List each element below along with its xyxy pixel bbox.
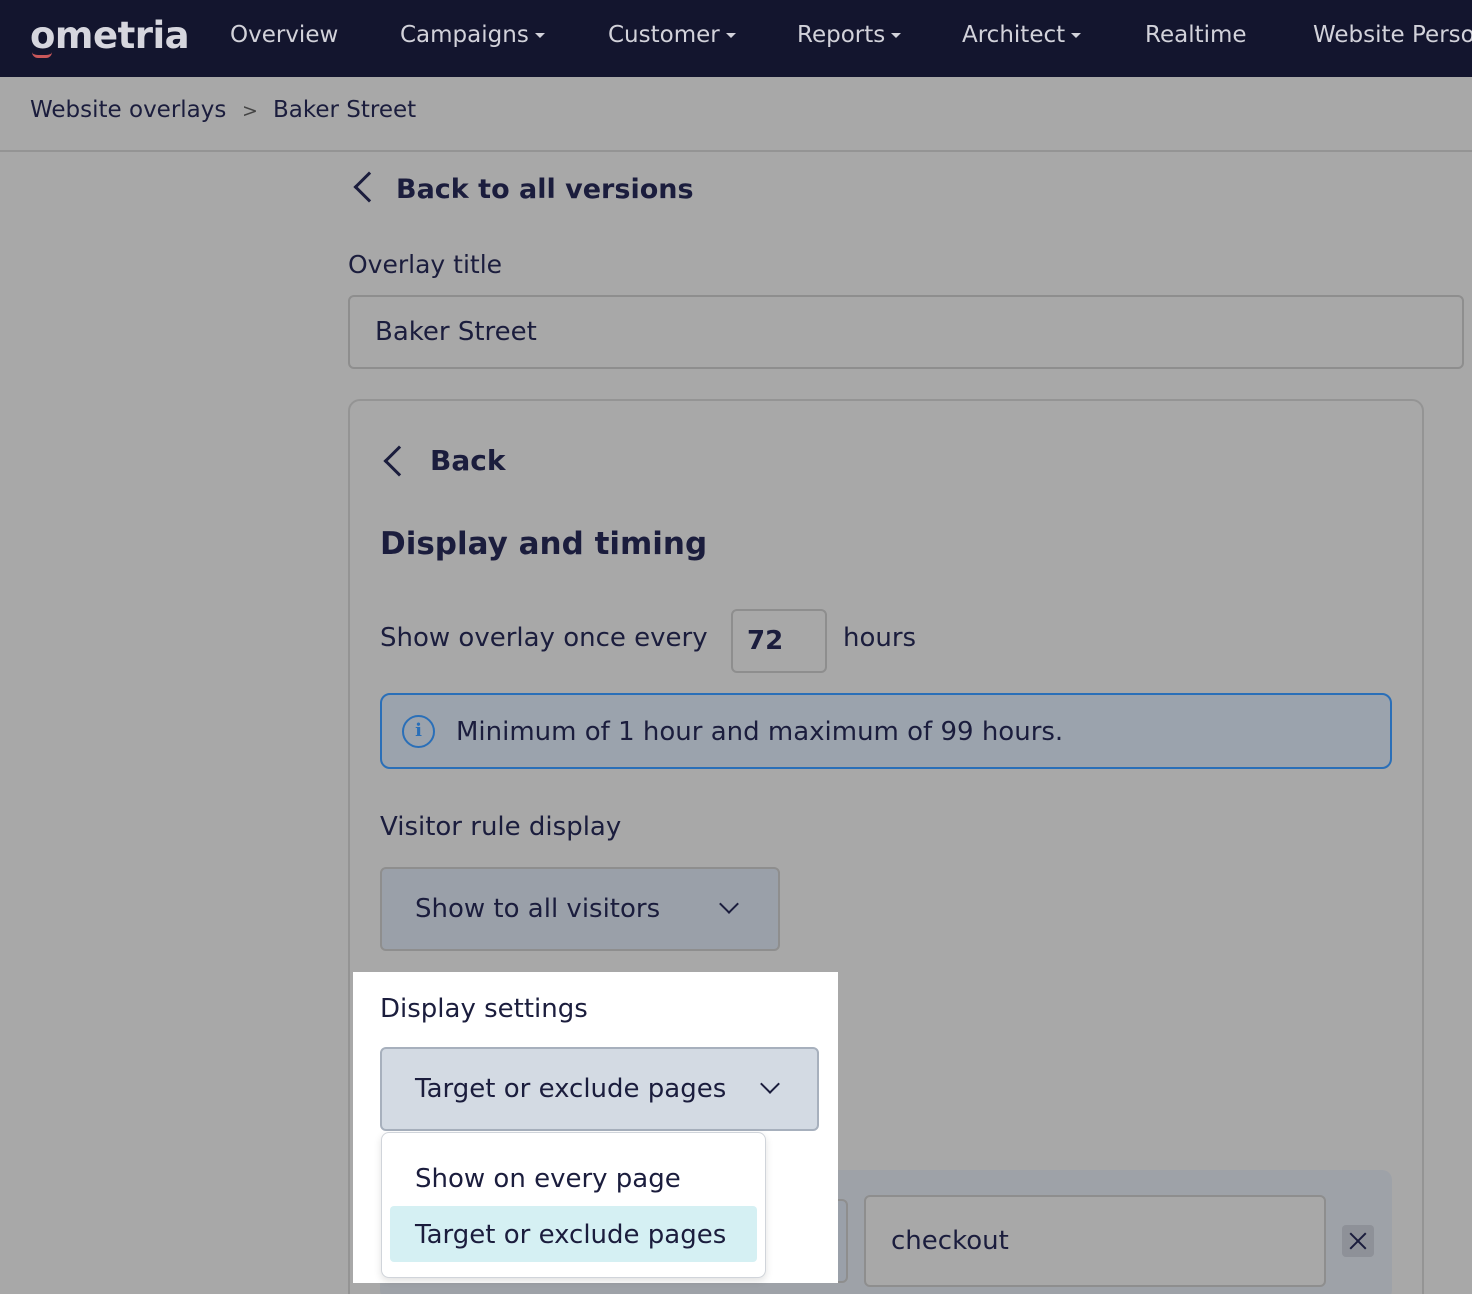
nav-item-label: Customer: [608, 22, 720, 48]
breadcrumb-current: Baker Street: [273, 97, 417, 123]
option-target-or-exclude-pages[interactable]: Target or exclude pages: [390, 1206, 757, 1262]
caret-down-icon: [725, 33, 736, 38]
display-settings-selected-value: Target or exclude pages: [415, 1074, 727, 1104]
breadcrumb: Website overlays > Baker Street: [0, 77, 1472, 152]
overlay-title-label: Overlay title: [348, 250, 503, 279]
nav-item-campaigns[interactable]: Campaigns: [400, 22, 545, 48]
option-label: Target or exclude pages: [415, 1220, 727, 1250]
visitor-rule-label: Visitor rule display: [380, 812, 622, 842]
logo-swoosh-icon: [32, 52, 52, 58]
nav-item-reports[interactable]: Reports: [797, 22, 902, 48]
nav-item-label: Campaigns: [400, 22, 529, 48]
nav-item-label: Overview: [230, 22, 339, 48]
remove-rule-close-icon[interactable]: [1342, 1225, 1374, 1257]
chevron-down-icon: [719, 894, 739, 914]
nav-item-architect[interactable]: Architect: [962, 22, 1082, 48]
frequency-label: Show overlay once every: [380, 623, 708, 653]
caret-down-icon: [891, 33, 902, 38]
back-to-versions-label: Back to all versions: [396, 174, 694, 205]
chevron-down-icon: [760, 1074, 780, 1094]
info-notice: i Minimum of 1 hour and maximum of 99 ho…: [380, 693, 1392, 769]
info-text: Minimum of 1 hour and maximum of 99 hour…: [456, 717, 1064, 747]
ometria-logo[interactable]: ometria: [30, 14, 190, 57]
visitor-rule-selected-value: Show to all visitors: [415, 894, 661, 924]
panel-back-label: Back: [430, 444, 506, 477]
page-rule-url-input[interactable]: [864, 1195, 1326, 1287]
overlay-title-input[interactable]: [348, 295, 1464, 369]
top-navigation: ometria Overview Campaigns Customer Repo…: [0, 0, 1472, 77]
visitor-rule-select[interactable]: Show to all visitors: [380, 867, 780, 951]
breadcrumb-separator: >: [242, 100, 258, 122]
display-settings-dropdown-menu: Show on every page Target or exclude pag…: [381, 1132, 766, 1278]
display-settings-select[interactable]: Target or exclude pages: [380, 1047, 819, 1131]
nav-item-label: Architect: [962, 22, 1066, 48]
frequency-unit: hours: [843, 623, 917, 653]
nav-item-customer[interactable]: Customer: [608, 22, 736, 48]
nav-item-realtime[interactable]: Realtime: [1145, 22, 1247, 48]
caret-down-icon: [534, 33, 545, 38]
nav-item-website-personalisation[interactable]: Website Personalisation: [1313, 22, 1472, 48]
nav-item-label: Reports: [797, 22, 886, 48]
chevron-left-icon: [353, 171, 385, 203]
nav-item-label: Website Personalisation: [1313, 22, 1472, 48]
nav-item-label: Realtime: [1145, 22, 1247, 48]
option-show-on-every-page[interactable]: Show on every page: [390, 1150, 757, 1206]
caret-down-icon: [1071, 33, 1082, 38]
frequency-hours-input[interactable]: [731, 609, 827, 673]
option-label: Show on every page: [415, 1164, 681, 1194]
display-settings-label: Display settings: [380, 994, 588, 1024]
breadcrumb-link-website-overlays[interactable]: Website overlays: [30, 97, 226, 123]
nav-item-overview[interactable]: Overview: [230, 22, 338, 48]
section-heading: Display and timing: [380, 526, 708, 562]
info-icon: i: [402, 715, 435, 748]
